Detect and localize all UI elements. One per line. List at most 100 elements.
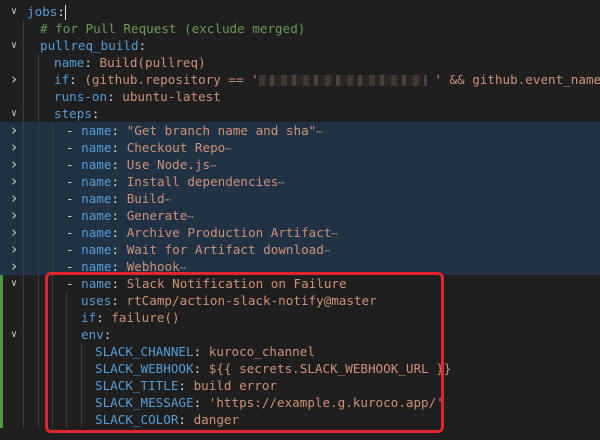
code-token: : [111,242,127,257]
code-line-step-9[interactable]: › - name: Webhook⋯ [0,258,600,275]
code-token: : [111,276,127,291]
code-line-slack-title[interactable]: SLACK_TITLE: build error [0,377,600,394]
code-token: - [66,157,82,172]
redacted-repository-text [258,75,427,86]
fold-collapsed-chevron-icon[interactable]: › [9,207,19,224]
code-text: - name: Install dependencies⋯ [66,173,284,190]
fold-expanded-chevron-icon[interactable]: ∨ [9,105,19,122]
code-editor[interactable]: ∨ jobs: # for Pull Request (exclude merged… [0,0,600,440]
git-change-marker [0,394,3,411]
fold-collapsed-chevron-icon[interactable]: › [9,71,19,88]
fold-collapsed-chevron-icon[interactable]: › [9,258,19,275]
fold-collapsed-chevron-icon[interactable]: › [9,156,19,173]
indent-guide [23,343,24,360]
indent-guide [52,241,53,258]
code-line-slack-channel[interactable]: SLACK_CHANNEL: kuroco_channel [0,343,600,360]
fold-expanded-chevron-icon[interactable]: ∨ [9,275,19,292]
code-line-if[interactable]: › if: (github.repository == ' ' && github… [0,71,600,88]
code-line-runs-on[interactable]: runs-on: ubuntu-latest [0,88,600,105]
code-line-step-1[interactable]: › - name: "Get branch name and sha"⋯ [0,122,600,139]
git-change-marker [0,360,3,377]
fold-collapsed-chevron-icon[interactable]: › [9,190,19,207]
indent-guide [52,292,53,309]
code-token: : [138,38,147,53]
code-token: : [103,327,112,342]
code-token: ' && github.event_name == 'i [434,72,600,87]
indent-guide [38,224,39,241]
code-text: SLACK_WEBHOOK: ${{ secrets.SLACK_WEBHOOK… [95,360,451,377]
indent-guide [66,326,67,343]
indent-guide [23,258,24,275]
fold-expanded-chevron-icon[interactable]: ∨ [9,326,19,343]
code-line-step-7[interactable]: › - name: Archive Production Artifact⋯ [0,224,600,241]
indent-guide [38,207,39,224]
code-text: SLACK_MESSAGE: 'https://example.g.kuroco… [95,394,444,411]
code-token: steps [54,106,92,121]
code-line-step-slack[interactable]: ∨ - name: Slack Notification on Failure [0,275,600,292]
indent-guide [52,275,53,292]
code-token: name [81,242,112,257]
code-line-name[interactable]: name: Build(pullreq) [0,54,600,71]
indent-guide [38,139,39,156]
code-line-step-2[interactable]: › - name: Checkout Repo⋯ [0,139,600,156]
indent-guide [38,411,39,428]
code-text: - name: Slack Notification on Failure [66,275,347,292]
code-line-slack-message[interactable]: SLACK_MESSAGE: 'https://example.g.kuroco… [0,394,600,411]
code-text: - name: Build⋯ [66,190,171,207]
code-token: (github.repository == ' [84,72,259,87]
git-change-marker [0,343,3,360]
code-token: build error [193,378,277,393]
code-line-step-3[interactable]: › - name: Use Node.js⋯ [0,156,600,173]
code-line-env[interactable]: ∨ env: [0,326,600,343]
code-line-step-8[interactable]: › - name: Wait for Artifact download⋯ [0,241,600,258]
code-text: - name: Generate⋯ [66,207,193,224]
code-text: pullreq_build: [40,37,146,54]
indent-guide [23,105,24,122]
indent-guide [52,343,53,360]
code-token: - [66,140,82,155]
code-token: : [84,55,100,70]
fold-collapsed-chevron-icon[interactable]: › [9,122,19,139]
code-token: : [91,106,100,121]
code-line-jobs[interactable]: ∨ jobs: [0,3,600,20]
fold-expanded-chevron-icon[interactable]: ∨ [9,37,19,54]
code-text: - name: Checkout Repo⋯ [66,139,231,156]
code-token: - [66,174,82,189]
indent-guide [52,360,53,377]
code-token: - [66,259,82,274]
fold-collapsed-chevron-icon[interactable]: › [9,139,19,156]
indent-guide [38,292,39,309]
fold-collapsed-chevron-icon[interactable]: › [9,173,19,190]
indent-guide [81,360,82,377]
fold-expanded-chevron-icon[interactable]: ∨ [9,3,19,20]
code-line-step-4[interactable]: › - name: Install dependencies⋯ [0,173,600,190]
code-token: Slack Notification on Failure [126,276,347,291]
code-token: : [111,123,127,138]
code-token: : [193,395,209,410]
code-line-steps[interactable]: ∨ steps: [0,105,600,122]
indent-guide [38,326,39,343]
indent-guide [23,20,24,37]
code-token: # for Pull Request (exclude merged) [40,21,306,36]
code-token: Build [126,191,165,206]
code-line-slack-webhook[interactable]: SLACK_WEBHOOK: ${{ secrets.SLACK_WEBHOOK… [0,360,600,377]
git-change-marker [0,309,3,326]
indent-guide [52,156,53,173]
fold-collapsed-chevron-icon[interactable]: › [9,241,19,258]
indent-guide [52,224,53,241]
folded-ellipsis-icon: ⋯ [225,144,231,155]
git-change-marker [0,292,3,309]
code-line-pullreq-build[interactable]: ∨ pullreq_build: [0,37,600,54]
code-token: kuroco_channel [208,344,315,359]
code-line-if-failure[interactable]: if: failure() [0,309,600,326]
code-line-step-5[interactable]: › - name: Build⋯ [0,190,600,207]
indent-guide [23,377,24,394]
fold-collapsed-chevron-icon[interactable]: › [9,224,19,241]
code-line-slack-color[interactable]: SLACK_COLOR: danger [0,411,600,428]
code-token: : [193,361,209,376]
indent-guide [38,377,39,394]
code-line-uses[interactable]: uses: rtCamp/action-slack-notify@master [0,292,600,309]
code-line-step-6[interactable]: › - name: Generate⋯ [0,207,600,224]
code-line-comment[interactable]: # for Pull Request (exclude merged) [0,20,600,37]
code-text: env: [81,326,111,343]
